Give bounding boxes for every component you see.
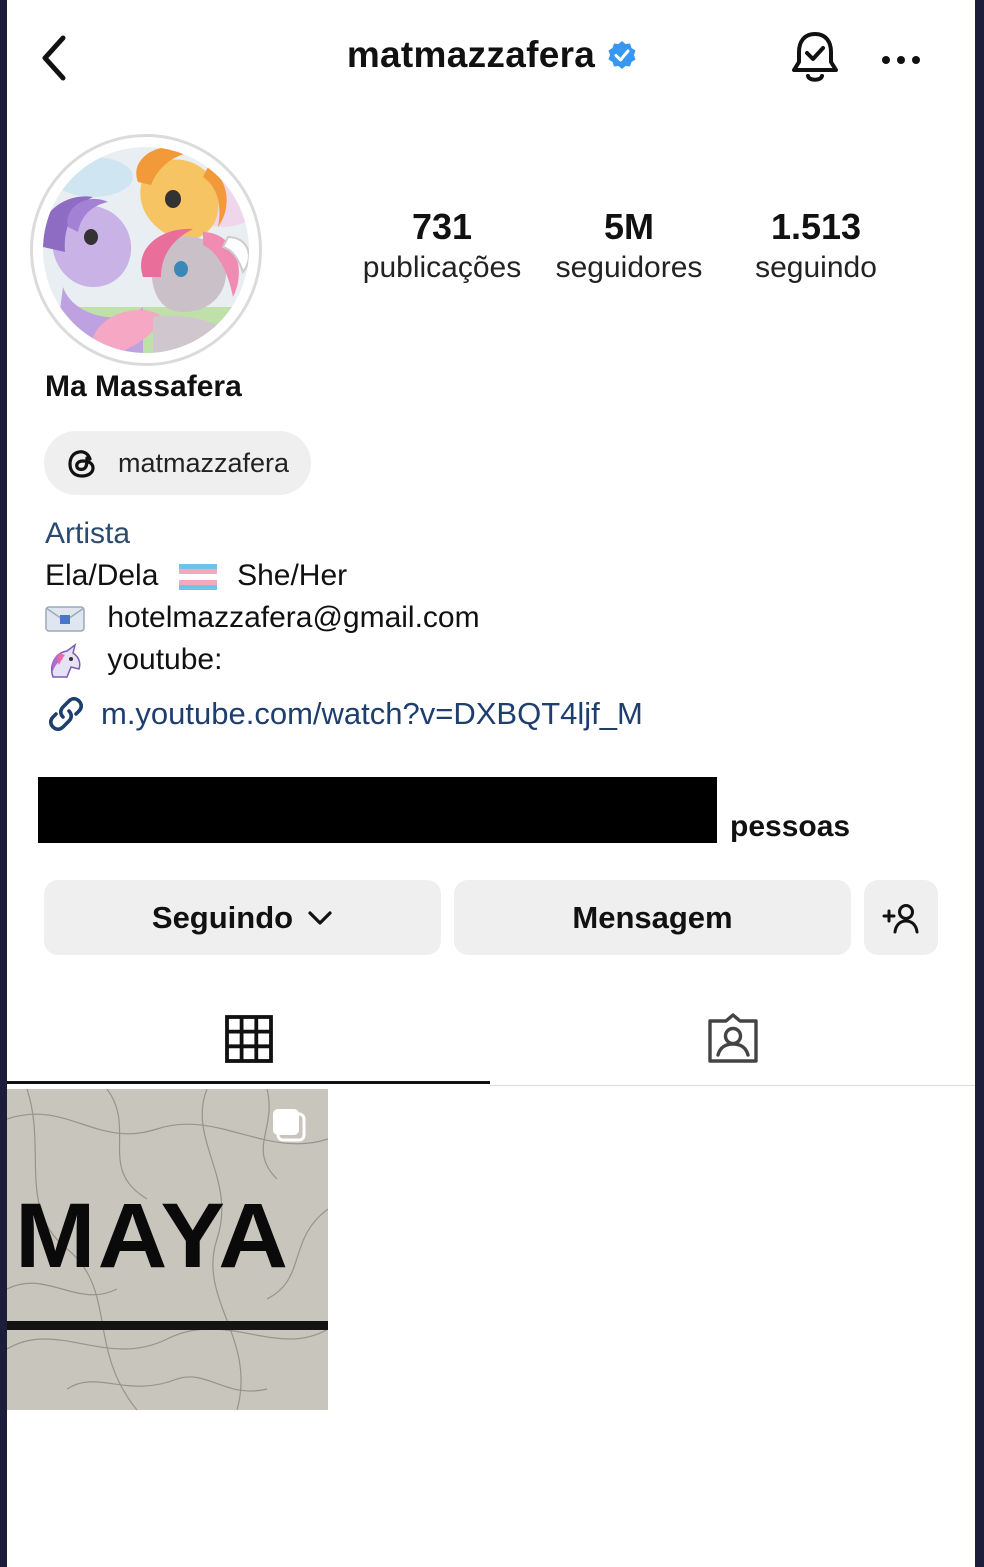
stat-posts[interactable]: 731 publicações	[347, 205, 537, 287]
bell-check-icon	[792, 32, 838, 82]
envelope-icon	[45, 606, 85, 632]
following-button-label: Seguindo	[151, 899, 294, 935]
stat-followers-value: 5M	[603, 206, 654, 247]
bio-pronouns-line: Ela/Dela She/Her	[45, 556, 347, 596]
bio-youtube: youtube:	[107, 643, 223, 676]
redaction-block	[38, 777, 717, 843]
stat-followers[interactable]: 5M seguidores	[534, 205, 724, 287]
chevron-down-icon	[308, 910, 332, 925]
link-icon	[48, 696, 84, 732]
stat-posts-value: 731	[411, 206, 473, 247]
message-button-label: Mensagem	[572, 899, 733, 935]
more-options-button[interactable]	[872, 36, 930, 84]
add-person-icon	[882, 903, 919, 933]
profile-avatar[interactable]	[30, 134, 262, 366]
post-thumbnail-text: MAYA	[15, 1185, 291, 1287]
stat-posts-label: publicações	[362, 251, 522, 284]
bio-email: hotelmazzafera@gmail.com	[107, 601, 480, 634]
tagged-person-icon	[707, 1013, 758, 1063]
following-button[interactable]: Seguindo	[44, 880, 441, 955]
bio-youtube-line: youtube:	[45, 640, 222, 680]
carousel-icon	[273, 1109, 306, 1142]
stat-following-label: seguindo	[755, 251, 877, 284]
back-button[interactable]	[30, 30, 78, 86]
message-button[interactable]: Mensagem	[454, 880, 851, 955]
active-tab-indicator	[7, 1081, 490, 1084]
bio-email-line: hotelmazzafera@gmail.com	[45, 598, 480, 638]
threads-badge-button[interactable]: matmazzafera	[44, 431, 312, 495]
chevron-left-icon	[42, 35, 66, 81]
notifications-button[interactable]	[786, 26, 844, 90]
profile-link[interactable]: m.youtube.com/watch?v=DXBQT4ljf_M	[45, 693, 643, 735]
more-horizontal-icon	[882, 56, 920, 64]
suggested-users-button[interactable]	[864, 880, 938, 955]
unicorn-icon	[51, 643, 81, 678]
profile-category: Artista	[45, 517, 131, 550]
profile-display-name: Ma Massafera	[45, 370, 242, 403]
bio-pronouns-pt: Ela/Dela	[45, 559, 159, 592]
trans-flag-icon	[178, 564, 217, 591]
stat-followers-label: seguidores	[555, 251, 703, 284]
window-frame-left	[0, 0, 7, 1567]
window-frame-right	[975, 0, 984, 1567]
threads-icon	[68, 450, 95, 478]
avatar-illustration	[38, 142, 254, 358]
profile-link-text: m.youtube.com/watch?v=DXBQT4ljf_M	[101, 696, 643, 731]
bio-pronouns-en: She/Her	[237, 559, 348, 592]
verified-badge-icon	[608, 41, 636, 69]
threads-handle: matmazzafera	[118, 447, 290, 478]
followed-by-text[interactable]: pessoas	[730, 810, 850, 844]
profile-username: matmazzafera	[346, 34, 596, 75]
grid-icon	[224, 1015, 273, 1063]
post-thumbnail[interactable]: MAYA	[7, 1089, 328, 1410]
tab-posts-grid[interactable]	[7, 995, 490, 1083]
stat-following-value: 1.513	[770, 206, 862, 247]
tab-tagged[interactable]	[490, 995, 975, 1083]
stat-following[interactable]: 1.513 seguindo	[721, 205, 911, 287]
tab-divider	[490, 1085, 975, 1086]
